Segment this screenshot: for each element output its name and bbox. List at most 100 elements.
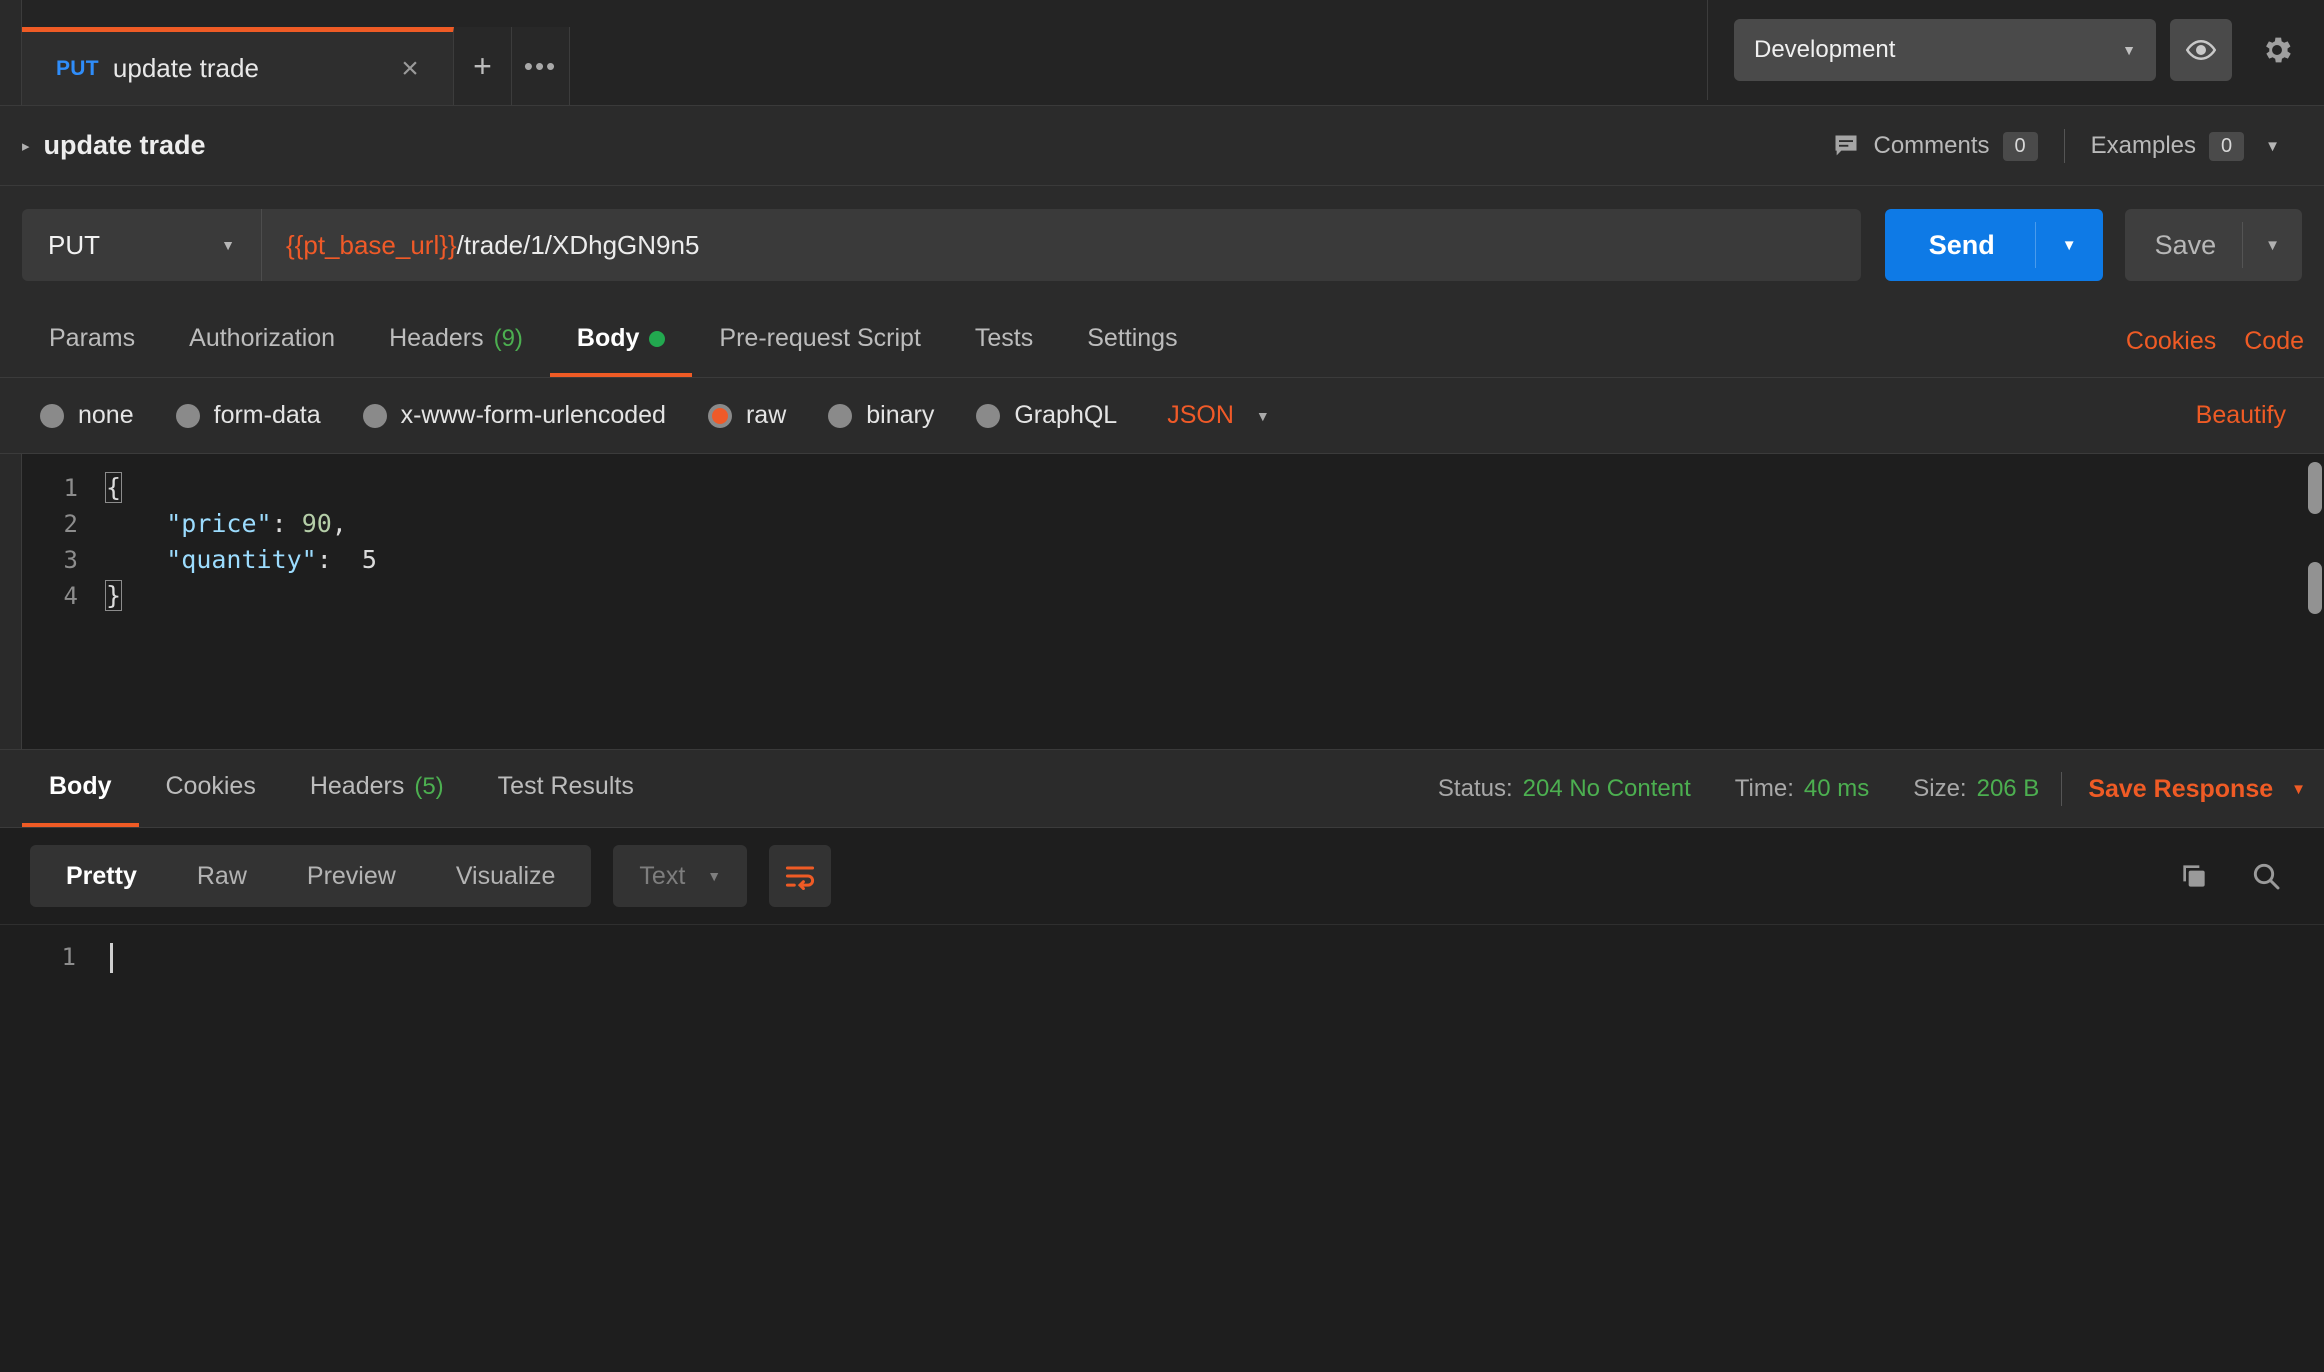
response-tab-cookies[interactable]: Cookies <box>139 750 283 827</box>
url-path-text: /trade/1/XDhgGN9n5 <box>456 229 700 260</box>
tab-label: Pre-request Script <box>719 324 921 352</box>
close-icon[interactable]: × <box>393 53 427 84</box>
save-response-label: Save Response <box>2088 774 2274 803</box>
tab-headers[interactable]: Headers (9) <box>362 304 550 377</box>
request-tab-update-trade[interactable]: PUT update trade × <box>22 27 454 105</box>
body-type-selector: none form-data x-www-form-urlencoded raw… <box>0 378 2324 454</box>
page-title: update trade <box>43 130 206 160</box>
response-body-content[interactable] <box>96 925 2324 1372</box>
time-value: 40 ms <box>1803 775 1870 802</box>
raw-format-selector[interactable]: JSON ▼ <box>1167 401 1270 430</box>
tab-tests[interactable]: Tests <box>948 304 1060 377</box>
headers-count: (9) <box>493 324 523 352</box>
word-wrap-button[interactable] <box>769 845 832 907</box>
body-type-raw[interactable]: raw <box>707 401 828 430</box>
chevron-right-icon[interactable]: ▸ <box>22 137 30 155</box>
tab-body[interactable]: Body <box>549 304 693 377</box>
size-label: Size: <box>1913 775 1967 802</box>
examples-button[interactable]: Examples 0 ▼ <box>2065 131 2306 161</box>
chevron-down-icon: ▼ <box>2291 780 2306 798</box>
save-response-button[interactable]: Save Response ▼ <box>2062 775 2306 804</box>
response-tab-test-results[interactable]: Test Results <box>471 750 661 827</box>
response-body-actions <box>2178 860 2282 892</box>
editor-scrollbar-top[interactable] <box>2308 462 2322 514</box>
workspace-controls: Development ▼ <box>1707 0 2324 100</box>
comments-button[interactable]: Comments 0 <box>1806 131 2063 161</box>
body-type-binary[interactable]: binary <box>828 401 976 430</box>
radio-selected-icon <box>707 403 732 428</box>
request-line-numbers: 1 2 3 4 <box>22 454 94 749</box>
response-format-selector[interactable]: Text ▼ <box>613 845 748 907</box>
body-type-label: x-www-form-urlencoded <box>400 401 666 429</box>
line-number: 4 <box>63 582 78 610</box>
tab-method-label: PUT <box>56 56 99 80</box>
beautify-link[interactable]: Beautify <box>2196 401 2286 430</box>
gear-icon <box>2260 33 2294 67</box>
environment-quick-look-button[interactable] <box>2170 19 2232 81</box>
tab-params[interactable]: Params <box>22 304 162 377</box>
radio-icon <box>40 403 64 428</box>
view-mode-raw[interactable]: Raw <box>167 862 277 891</box>
http-method-label: PUT <box>48 229 100 260</box>
raw-format-label: JSON <box>1167 401 1234 429</box>
json-value-quantity: 5 <box>361 545 377 574</box>
tab-authorization[interactable]: Authorization <box>162 304 362 377</box>
chevron-down-icon[interactable]: ▼ <box>2243 237 2302 254</box>
eye-icon <box>2186 35 2216 65</box>
json-comma: , <box>331 509 347 538</box>
send-button[interactable]: Send ▼ <box>1884 209 2103 281</box>
size-stat: Size: 206 B <box>1891 775 2061 803</box>
tab-settings[interactable]: Settings <box>1060 304 1204 377</box>
tab-options-button[interactable]: ••• <box>512 27 570 105</box>
request-body-code[interactable]: { "price": 90, "quantity": 5 } <box>94 454 2324 749</box>
request-tabs: Params Authorization Headers (9) Body Pr… <box>0 304 2324 378</box>
settings-button[interactable] <box>2246 19 2308 81</box>
body-type-urlencoded[interactable]: x-www-form-urlencoded <box>362 401 708 430</box>
time-label: Time: <box>1734 775 1794 802</box>
tab-pre-request-script[interactable]: Pre-request Script <box>692 304 947 377</box>
word-wrap-icon <box>784 862 816 890</box>
chevron-down-icon[interactable]: ▼ <box>2265 138 2280 155</box>
search-icon <box>2250 860 2282 892</box>
comments-count-badge: 0 <box>2002 131 2038 161</box>
new-tab-button[interactable]: + <box>454 27 512 105</box>
tab-label: Body <box>576 324 640 352</box>
json-colon: : <box>271 509 302 538</box>
body-type-form-data[interactable]: form-data <box>175 401 363 430</box>
body-type-graphql[interactable]: GraphQL <box>976 401 1159 430</box>
tab-label: Cookies <box>165 772 256 800</box>
chevron-down-icon[interactable]: ▼ <box>2036 237 2103 254</box>
environment-selector[interactable]: Development ▼ <box>1734 19 2156 81</box>
response-tab-headers[interactable]: Headers (5) <box>283 750 471 827</box>
comment-icon <box>1832 132 1860 160</box>
radio-icon <box>362 403 387 428</box>
tab-label: Params <box>49 324 136 352</box>
editor-scrollbar-thumb[interactable] <box>2308 562 2322 614</box>
postman-window: PUT update trade × + ••• Development ▼ ▸… <box>0 0 2324 1372</box>
cookies-link[interactable]: Cookies <box>2126 327 2216 356</box>
copy-button[interactable] <box>2178 860 2210 892</box>
request-body-editor[interactable]: 1 2 3 4 { "price": 90, "quantity": 5 } <box>0 454 2324 750</box>
view-mode-preview[interactable]: Preview <box>277 862 426 891</box>
time-stat: Time: 40 ms <box>1713 775 1891 803</box>
tab-title-label: update trade <box>112 53 259 83</box>
examples-label: Examples <box>2090 132 2197 159</box>
response-headers-count: (5) <box>414 772 444 800</box>
response-body-panel[interactable]: 1 <box>0 924 2324 1372</box>
view-mode-visualize[interactable]: Visualize <box>426 862 586 891</box>
body-type-label: GraphQL <box>1014 401 1118 429</box>
http-method-selector[interactable]: PUT ▼ <box>22 209 262 281</box>
body-type-label: none <box>78 401 134 429</box>
view-mode-pretty[interactable]: Pretty <box>36 862 167 891</box>
search-button[interactable] <box>2250 860 2282 892</box>
code-link[interactable]: Code <box>2244 327 2304 356</box>
line-number: 2 <box>63 510 78 538</box>
json-value-price: 90 <box>301 509 332 538</box>
response-tab-body[interactable]: Body <box>22 750 139 827</box>
body-type-none[interactable]: none <box>40 401 176 430</box>
response-tabs: Body Cookies Headers (5) Test Results St… <box>0 750 2324 828</box>
line-number: 1 <box>63 474 78 502</box>
url-input[interactable]: {{pt_base_url}}/trade/1/XDhgGN9n5 <box>262 209 1861 281</box>
body-type-label: binary <box>866 401 935 429</box>
save-button[interactable]: Save ▼ <box>2124 209 2302 281</box>
